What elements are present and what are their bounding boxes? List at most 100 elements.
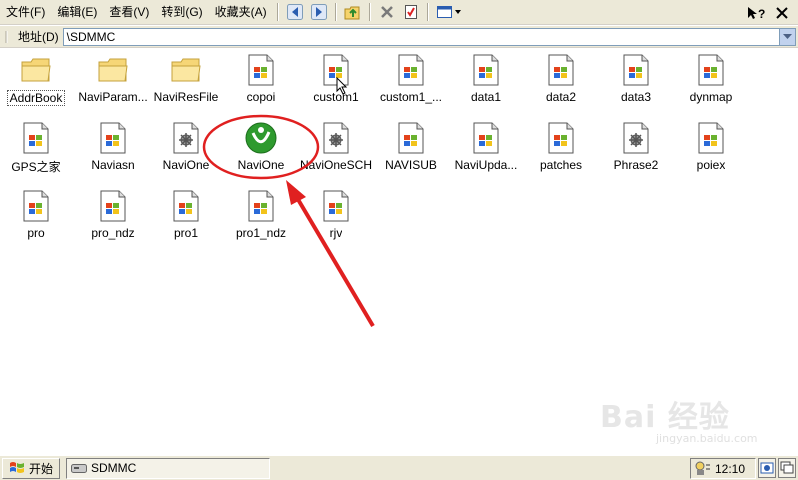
executable-file-icon <box>19 189 53 223</box>
file-label: NaviOne <box>162 158 210 172</box>
executable-file-icon <box>169 189 203 223</box>
close-icon <box>776 7 788 19</box>
file-item[interactable]: NAVISUB <box>375 121 447 181</box>
watermark-subtext: jingyan.baidu.com <box>656 432 758 445</box>
windows-logo-icon <box>10 462 24 473</box>
folder-icon <box>19 53 53 87</box>
file-item[interactable]: rjv <box>300 189 372 249</box>
start-button[interactable]: 开始 <box>2 457 61 479</box>
file-item[interactable]: pro_ndz <box>77 189 149 249</box>
executable-file-icon <box>96 121 130 155</box>
file-label: pro1 <box>173 226 199 240</box>
executable-file-icon <box>244 189 278 223</box>
folder-icon <box>96 53 130 87</box>
file-item[interactable]: patches <box>525 121 597 181</box>
file-label: rjv <box>329 226 343 240</box>
file-label: Naviasn <box>91 158 135 172</box>
toolbar-separator <box>334 3 337 21</box>
delete-icon <box>380 6 393 18</box>
file-label: NaviOne <box>237 158 285 172</box>
file-label: data2 <box>545 90 577 104</box>
file-item[interactable]: NaviResFile <box>150 53 222 113</box>
taskbar-item-sdmmc[interactable]: SDMMC <box>66 457 271 479</box>
file-label: patches <box>539 158 583 172</box>
file-label: copoi <box>246 90 276 104</box>
file-label: AddrBook <box>6 90 66 106</box>
file-item[interactable]: data3 <box>600 53 672 113</box>
folder-icon <box>169 53 203 87</box>
file-label: data3 <box>620 90 652 104</box>
watermark-text: Bai 经验 <box>600 400 730 435</box>
taskbar: 开始 SDMMC 12:10 <box>0 455 798 480</box>
menu-edit[interactable]: 编辑(E) <box>51 2 103 22</box>
up-folder-icon <box>344 6 360 20</box>
back-button[interactable] <box>284 2 306 22</box>
file-item[interactable]: dynmap <box>675 53 747 113</box>
file-item[interactable]: GPS之家 <box>0 121 72 181</box>
address-dropdown-button[interactable] <box>780 27 796 46</box>
show-desktop-icon <box>760 462 774 474</box>
settings-file-icon <box>169 121 203 155</box>
watermark: Bai 经验 jingyan.baidu.com <box>600 392 790 452</box>
address-bar: 地址(D) \SDMMC <box>0 26 798 48</box>
file-item[interactable]: NaviOneSCH <box>300 121 372 181</box>
executable-file-icon <box>19 121 53 155</box>
file-label: dynmap <box>689 90 733 104</box>
clock: 12:10 <box>715 461 746 476</box>
close-button[interactable] <box>772 3 792 23</box>
executable-file-icon <box>394 121 428 155</box>
help-icon: ? <box>748 7 765 21</box>
svg-text:?: ? <box>758 7 765 21</box>
executable-file-icon <box>619 53 653 87</box>
navione-app-icon <box>244 121 278 155</box>
up-folder-button[interactable] <box>342 2 364 22</box>
menu-view[interactable]: 查看(V) <box>103 2 155 22</box>
back-arrow-icon <box>286 4 303 20</box>
file-label: data1 <box>470 90 502 104</box>
desktop-button[interactable] <box>758 458 776 478</box>
file-item[interactable]: AddrBook <box>0 53 72 113</box>
file-item[interactable]: poiex <box>675 121 747 181</box>
file-item[interactable]: NaviParam... <box>77 53 149 113</box>
connection-icon[interactable] <box>693 461 711 477</box>
properties-button[interactable] <box>400 2 422 22</box>
file-item[interactable]: Phrase2 <box>600 121 672 181</box>
menu-favorites[interactable]: 收藏夹(A) <box>209 2 273 22</box>
file-item[interactable]: pro <box>0 189 72 249</box>
delete-button[interactable] <box>376 2 398 22</box>
file-item[interactable]: data1 <box>450 53 522 113</box>
menu-file[interactable]: 文件(F) <box>0 2 51 22</box>
file-label: pro_ndz <box>91 226 135 240</box>
file-label: NAVISUB <box>385 158 437 172</box>
file-label: NaviParam... <box>78 90 148 104</box>
file-label: pro1_ndz <box>235 226 287 240</box>
executable-file-icon <box>694 53 728 87</box>
mouse-cursor-icon <box>336 76 348 98</box>
file-item[interactable]: pro1_ndz <box>225 189 297 249</box>
file-item[interactable]: copoi <box>225 53 297 113</box>
file-label: Phrase2 <box>613 158 659 172</box>
executable-file-icon <box>469 53 503 87</box>
file-item[interactable]: pro1 <box>150 189 222 249</box>
switch-window-button[interactable] <box>778 458 796 478</box>
file-item[interactable]: custom1_... <box>375 53 447 113</box>
file-item[interactable]: NaviOne <box>225 121 297 181</box>
file-label: poiex <box>696 158 726 172</box>
file-item[interactable]: NaviOne <box>150 121 222 181</box>
settings-file-icon <box>319 121 353 155</box>
file-label: NaviUpda... <box>454 158 518 172</box>
file-item[interactable]: data2 <box>525 53 597 113</box>
forward-button[interactable] <box>308 2 330 22</box>
taskbar-item-label: SDMMC <box>91 461 137 475</box>
file-label: custom1_... <box>379 90 443 104</box>
menu-goto[interactable]: 转到(G) <box>155 2 208 22</box>
views-button[interactable] <box>434 2 464 22</box>
address-label: 地址(D) <box>18 30 59 44</box>
toolbar-separator <box>368 3 371 21</box>
address-input[interactable]: \SDMMC <box>62 27 780 46</box>
help-button[interactable]: ? <box>746 3 768 23</box>
file-item[interactable]: NaviUpda... <box>450 121 522 181</box>
drive-icon <box>71 464 88 473</box>
file-item[interactable]: Naviasn <box>77 121 149 181</box>
executable-file-icon <box>394 53 428 87</box>
